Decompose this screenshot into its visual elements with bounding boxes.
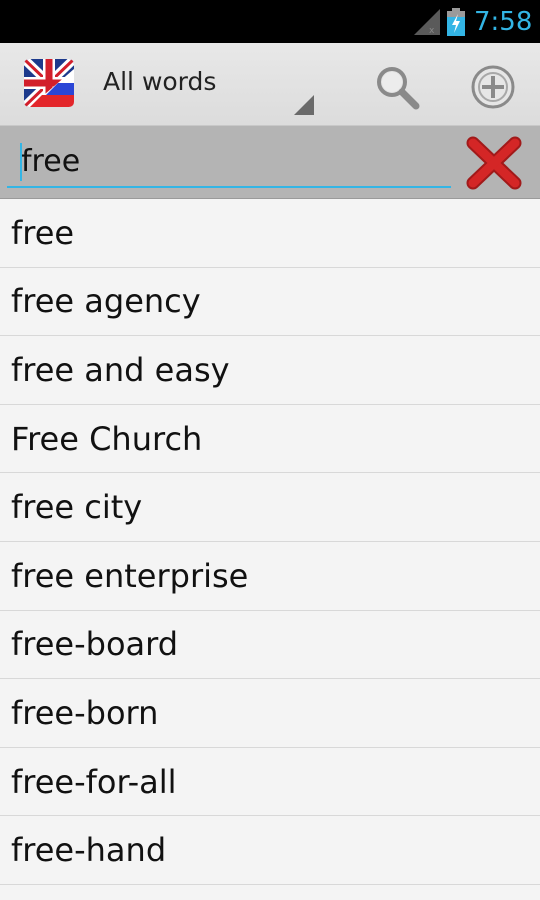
list-item[interactable]: free [0, 199, 540, 268]
red-x-icon[interactable] [464, 136, 524, 190]
word-list: free free agency free and easy Free Chur… [0, 199, 540, 900]
add-circle-icon[interactable] [468, 62, 518, 112]
signal-icon: x [414, 9, 440, 35]
list-item[interactable]: free-born [0, 679, 540, 748]
svg-text:x: x [429, 26, 435, 35]
status-time: 7:58 [474, 7, 533, 37]
list-item[interactable]: free city [0, 473, 540, 542]
search-input[interactable] [7, 136, 451, 188]
battery-charging-icon [447, 8, 465, 36]
spinner-arrow-icon [294, 95, 314, 115]
word-filter-spinner[interactable]: All words [100, 61, 314, 115]
search-bar [0, 126, 540, 199]
list-item[interactable]: free-board [0, 611, 540, 680]
word-filter-selected: All words [103, 67, 217, 96]
list-item[interactable]: Free Church [0, 405, 540, 474]
action-bar: All words [0, 43, 540, 126]
status-bar: x 7:58 [0, 0, 540, 43]
uk-russia-flag-icon[interactable] [24, 59, 74, 107]
search-icon[interactable] [372, 63, 422, 113]
list-item[interactable]: free-hand [0, 816, 540, 885]
list-item[interactable]: free agency [0, 268, 540, 337]
text-cursor [20, 143, 22, 181]
list-item[interactable]: free and easy [0, 336, 540, 405]
list-item[interactable]: free enterprise [0, 542, 540, 611]
list-item[interactable]: free-for-all [0, 748, 540, 817]
